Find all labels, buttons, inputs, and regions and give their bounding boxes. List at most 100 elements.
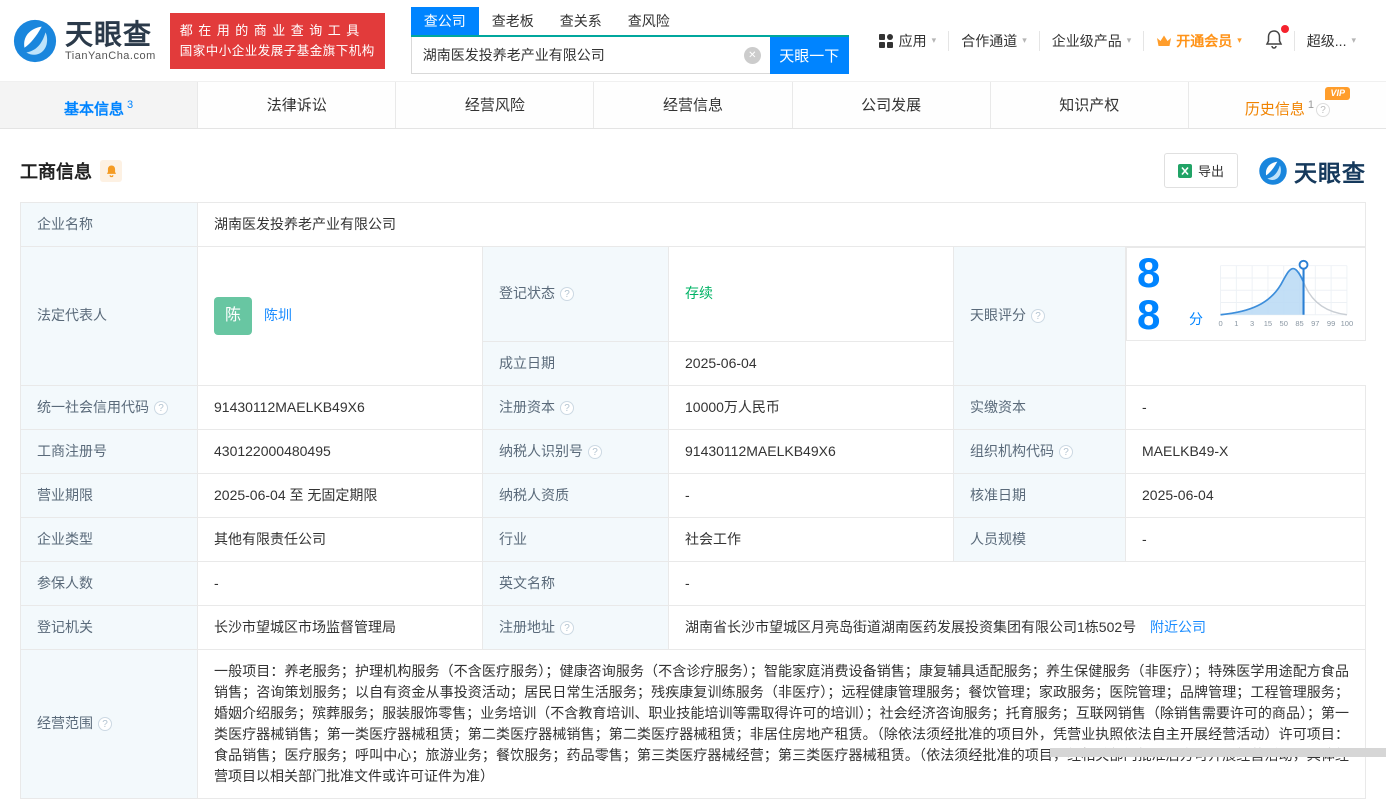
search-input[interactable] <box>410 37 770 74</box>
tab-count: 3 <box>127 99 134 111</box>
notification-dot <box>1280 24 1289 33</box>
help-icon[interactable]: ? <box>1059 444 1073 459</box>
nav-open-vip[interactable]: 开通会员 ▾ <box>1143 30 1254 51</box>
table-row: 企业类型 其他有限责任公司 行业 社会工作 人员规模 - <box>20 516 1366 562</box>
nav-app[interactable]: 应用 ▾ <box>867 31 949 51</box>
svg-text:3: 3 <box>1250 319 1254 328</box>
nearby-companies-link[interactable]: 附近公司 <box>1150 619 1206 635</box>
score-marker-pin <box>1298 259 1309 270</box>
search-tab-company[interactable]: 查公司 <box>410 7 479 35</box>
paid-capital-label: 实缴资本 <box>953 384 1126 430</box>
tianyancha-logo[interactable]: 天眼查 TianYanCha.com <box>12 18 156 64</box>
taxpayer-id-label: 纳税人识别号? <box>482 428 669 474</box>
tab-label: 法律诉讼 <box>266 97 327 114</box>
nav-coop[interactable]: 合作通道 ▾ <box>948 30 1039 51</box>
insured-label: 参保人数 <box>20 560 198 606</box>
help-icon[interactable]: ? <box>588 444 602 459</box>
search-button[interactable]: 天眼一下 <box>769 37 849 74</box>
score-distribution-chart: 0 1 3 15 50 85 97 99 100 <box>1218 259 1354 328</box>
avatar[interactable]: 陈 <box>214 296 252 335</box>
nav-vip-label: 开通会员 <box>1176 32 1233 49</box>
business-info-table: 企业名称 湖南医发投养老产业有限公司 法定代表人 陈 陈圳 登记状态? 存续 天… <box>20 202 1366 799</box>
nav-app-label: 应用 <box>898 32 927 49</box>
taxpayer-id-value: 91430112MAELKB49X6 <box>668 428 954 474</box>
tab-basic-info[interactable]: 基本信息 3 <box>0 82 199 128</box>
company-tabstrip: 基本信息 3 法律诉讼 经营风险 经营信息 公司发展 知识产权 VIP 历史信息 1… <box>0 81 1386 129</box>
help-icon[interactable]: ? <box>154 400 168 415</box>
slogan-line2: 国家中小企业发展子基金旗下机构 <box>179 43 375 58</box>
reg-capital-label: 注册资本? <box>482 384 669 430</box>
help-icon[interactable]: ? <box>560 620 574 635</box>
svg-text:100: 100 <box>1341 319 1354 328</box>
score-unit: 分 <box>1189 311 1204 327</box>
address-value: 湖南省长沙市望城区月亮岛街道湖南医药发展投资集团有限公司1栋502号 附近公司 <box>668 604 1366 650</box>
svg-text:85: 85 <box>1295 319 1303 328</box>
tab-legal[interactable]: 法律诉讼 <box>198 82 397 128</box>
credit-code-value: 91430112MAELKB49X6 <box>197 384 483 430</box>
table-row: 参保人数 - 英文名称 - <box>20 560 1366 606</box>
notification-bell[interactable] <box>1254 24 1294 53</box>
svg-text:50: 50 <box>1280 319 1288 328</box>
svg-text:97: 97 <box>1311 319 1319 328</box>
business-term-label: 营业期限 <box>20 472 198 518</box>
company-type-label: 企业类型 <box>20 516 198 562</box>
search-tab-boss[interactable]: 查老板 <box>479 7 547 35</box>
slogan-line1: 都在用的商业查询工具 <box>179 22 365 38</box>
top-nav: 应用 ▾ 合作通道 ▾ 企业级产品 ▾ 开通会员 ▾ 超级... ▾ <box>867 24 1368 53</box>
chevron-down-icon: ▾ <box>1351 35 1356 45</box>
help-icon[interactable]: ? <box>560 400 574 415</box>
establish-date-label: 成立日期 <box>482 340 669 386</box>
chevron-down-icon: ▾ <box>1237 35 1242 45</box>
nav-coop-label: 合作通道 <box>961 32 1018 49</box>
svg-text:0: 0 <box>1218 319 1222 328</box>
tab-intellectual-property[interactable]: 知识产权 <box>990 82 1189 128</box>
export-label: 导出 <box>1197 164 1224 179</box>
bell-icon <box>1265 29 1283 49</box>
business-scope-label: 经营范围? <box>20 648 198 799</box>
tab-label: 公司发展 <box>861 97 922 114</box>
company-name-value: 湖南医发投养老产业有限公司 <box>197 202 1366 247</box>
score-cell[interactable]: 88 分 0 1 3 15 50 85 97 99 100 <box>1126 247 1366 341</box>
slogan-banner: 都在用的商业查询工具 国家中小企业发展子基金旗下机构 <box>169 12 385 69</box>
table-row: 统一社会信用代码? 91430112MAELKB49X6 注册资本? 10000… <box>20 384 1366 430</box>
reg-number-value: 430122000480495 <box>197 428 483 474</box>
section-title: 工商信息 <box>20 161 92 182</box>
nav-enterprise[interactable]: 企业级产品 ▾ <box>1038 30 1144 51</box>
brand-text: 天眼查 <box>1294 159 1366 186</box>
tab-operation-risk[interactable]: 经营风险 <box>396 82 595 128</box>
legal-rep-link[interactable]: 陈圳 <box>264 305 292 326</box>
tianyancha-logo-icon <box>1259 156 1287 185</box>
legal-rep-cell: 陈 陈圳 <box>197 246 483 386</box>
company-type-value: 其他有限责任公司 <box>197 516 483 562</box>
score-value: 88 <box>1137 249 1161 338</box>
registry-label: 登记机关 <box>20 604 198 650</box>
vip-badge: VIP <box>1325 87 1350 100</box>
tab-operation-info[interactable]: 经营信息 <box>594 82 793 128</box>
chevron-down-icon: ▾ <box>1126 35 1132 45</box>
nav-super-vip[interactable]: 超级... ▾ <box>1293 30 1368 51</box>
help-icon[interactable]: ? <box>1031 309 1045 324</box>
help-icon[interactable]: ? <box>98 717 112 731</box>
taxpayer-quality-value: - <box>668 472 954 518</box>
tab-history-info[interactable]: VIP 历史信息 1? <box>1188 82 1386 128</box>
svg-text:99: 99 <box>1327 319 1335 328</box>
tab-company-development[interactable]: 公司发展 <box>792 82 991 128</box>
reg-status-value: 存续 <box>668 246 954 342</box>
search-tab-risk[interactable]: 查风险 <box>615 7 683 35</box>
search-row: ✕ 天眼一下 <box>410 37 849 74</box>
tab-label: 知识产权 <box>1059 97 1120 114</box>
help-icon[interactable]: ? <box>1315 103 1330 117</box>
export-button[interactable]: 导出 <box>1163 153 1238 188</box>
registry-value: 长沙市望城区市场监督管理局 <box>197 604 483 650</box>
address-label: 注册地址? <box>482 604 669 650</box>
tab-label: 历史信息 <box>1244 101 1305 118</box>
section-header: 工商信息 导出 天眼查 <box>20 153 1366 188</box>
search-tab-relation[interactable]: 查关系 <box>547 7 615 35</box>
insured-value: - <box>197 560 483 606</box>
table-row: 登记机关 长沙市望城区市场监督管理局 注册地址? 湖南省长沙市望城区月亮岛街道湖… <box>20 604 1366 650</box>
industry-value: 社会工作 <box>668 516 954 562</box>
help-icon[interactable]: ? <box>560 287 574 302</box>
monitor-bell-chip[interactable] <box>100 159 122 182</box>
nav-super-label: 超级... <box>1306 32 1347 49</box>
clear-icon[interactable]: ✕ <box>743 47 761 64</box>
